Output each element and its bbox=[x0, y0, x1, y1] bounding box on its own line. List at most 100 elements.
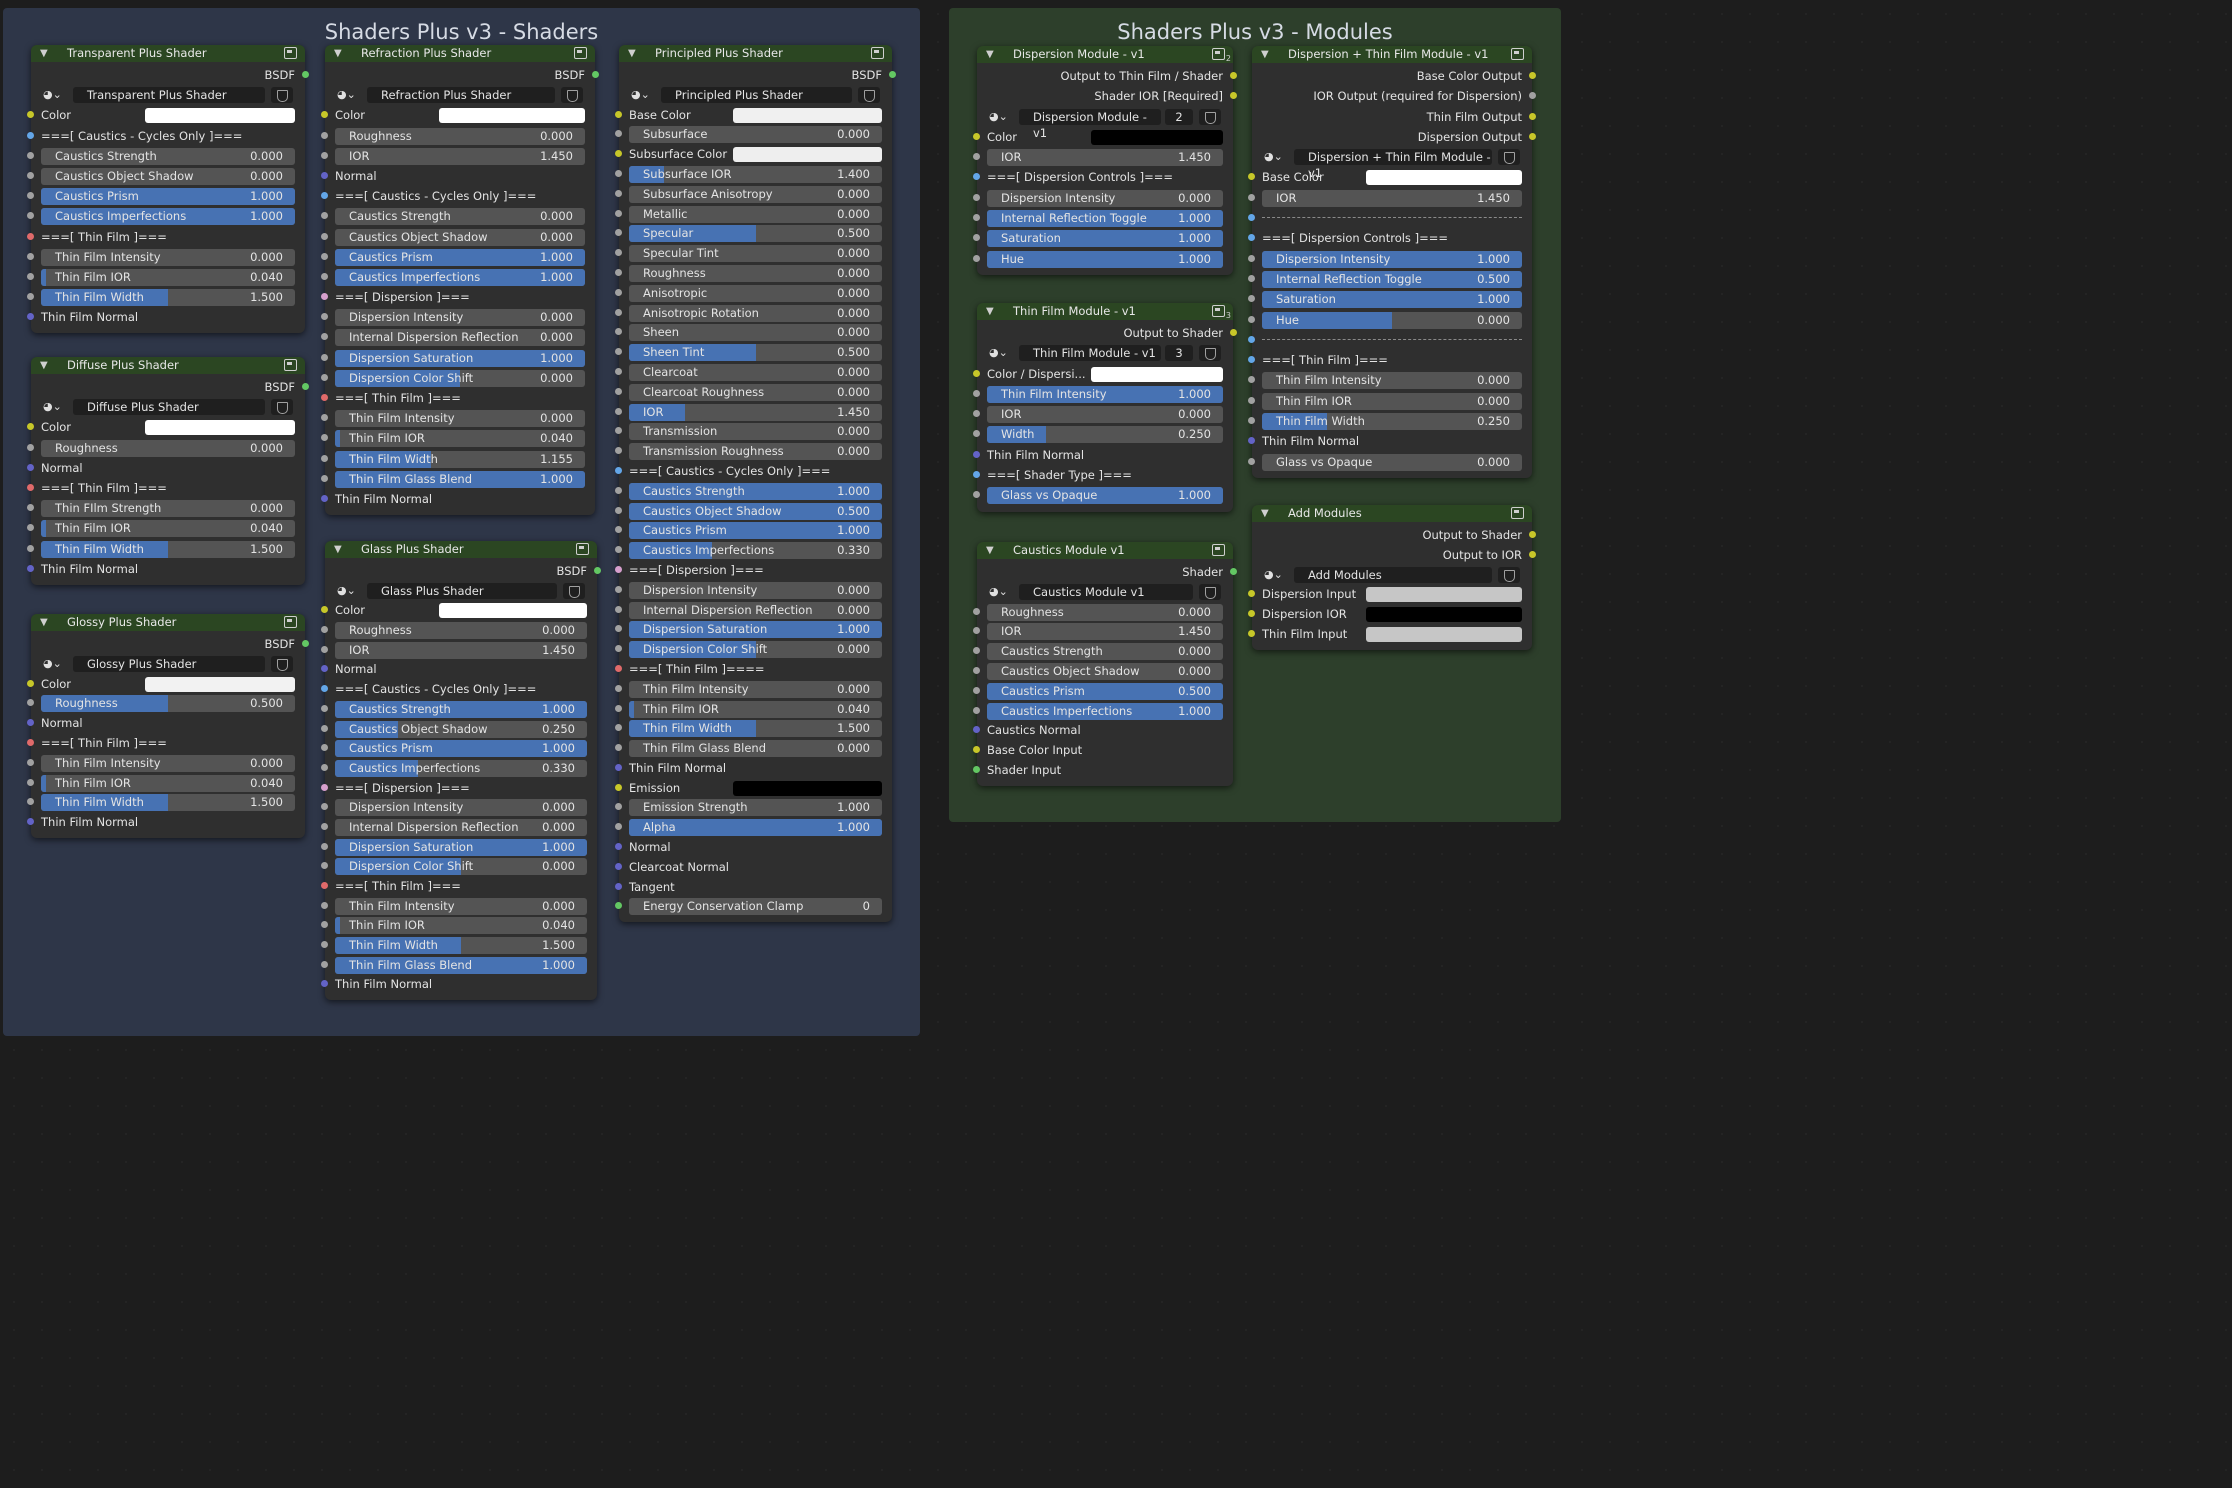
socket-dot[interactable] bbox=[27, 463, 34, 471]
socket-dot[interactable] bbox=[1248, 234, 1255, 242]
socket-dot[interactable] bbox=[1248, 254, 1255, 262]
socket-dot[interactable] bbox=[615, 843, 622, 851]
value-slider-thin-film-width[interactable]: Thin Film Width 1.500 bbox=[41, 794, 295, 812]
node-tree-icon[interactable]: ◕⌄ bbox=[337, 583, 363, 599]
socket-dot[interactable] bbox=[615, 704, 622, 712]
value-slider-hue[interactable]: Hue 0.000 bbox=[1262, 311, 1522, 329]
color-swatch-color[interactable] bbox=[1091, 129, 1223, 145]
socket-dot[interactable] bbox=[615, 268, 622, 276]
node-group-name-field[interactable]: Diffuse Plus Shader bbox=[73, 399, 265, 416]
socket-dot[interactable] bbox=[1248, 193, 1255, 201]
socket-dot[interactable] bbox=[321, 822, 328, 830]
socket-dot[interactable] bbox=[321, 373, 328, 381]
socket-dot[interactable] bbox=[321, 272, 328, 280]
color-swatch-color[interactable] bbox=[145, 108, 295, 124]
socket-dot[interactable] bbox=[615, 348, 622, 356]
node-group-icon[interactable] bbox=[1212, 305, 1225, 317]
socket-dot[interactable] bbox=[973, 706, 980, 714]
socket-dot[interactable] bbox=[321, 724, 328, 732]
socket-dot[interactable] bbox=[321, 862, 328, 870]
value-slider-caustics-prism[interactable]: Caustics Prism 1.000 bbox=[335, 740, 587, 758]
value-slider-dispersion-saturation[interactable]: Dispersion Saturation 1.000 bbox=[335, 349, 585, 367]
node-group-icon[interactable] bbox=[1511, 48, 1524, 60]
value-slider-thin-film-intensity[interactable]: Thin Film Intensity 0.000 bbox=[41, 248, 295, 266]
socket-dot[interactable] bbox=[27, 151, 34, 159]
socket-dot[interactable] bbox=[615, 308, 622, 316]
socket-dot[interactable] bbox=[321, 901, 328, 909]
socket-dot[interactable] bbox=[615, 645, 622, 653]
socket-dot[interactable] bbox=[615, 328, 622, 336]
socket-dot[interactable] bbox=[615, 387, 622, 395]
socket-dot[interactable] bbox=[1529, 531, 1536, 538]
value-slider-roughness[interactable]: Roughness 0.500 bbox=[41, 695, 295, 713]
chevron-down-icon[interactable]: ▼ bbox=[986, 46, 994, 63]
socket-dot[interactable] bbox=[1248, 629, 1255, 637]
value-slider-subsurface-anisotropy[interactable]: Subsurface Anisotropy 0.000 bbox=[629, 185, 882, 203]
value-slider-internal-dispersion-reflection[interactable]: Internal Dispersion Reflection 0.000 bbox=[629, 601, 882, 619]
node-group-icon[interactable] bbox=[871, 47, 884, 59]
socket-dot[interactable] bbox=[615, 684, 622, 692]
value-slider-caustics-prism[interactable]: Caustics Prism 0.500 bbox=[987, 682, 1223, 700]
color-swatch-base-color[interactable] bbox=[1366, 170, 1522, 186]
fake-user-shield-icon[interactable] bbox=[858, 86, 880, 103]
fake-user-shield-icon[interactable] bbox=[563, 582, 585, 599]
node-header[interactable]: ▼ Refraction Plus Shader bbox=[325, 45, 595, 62]
value-slider-caustics-imperfections[interactable]: Caustics Imperfections 1.000 bbox=[335, 268, 585, 286]
socket-dot[interactable] bbox=[321, 685, 328, 693]
socket-dot[interactable] bbox=[27, 232, 34, 240]
value-slider-thin-film-ior[interactable]: Thin Film IOR 0.040 bbox=[629, 700, 882, 718]
socket-dot[interactable] bbox=[321, 333, 328, 341]
node-group-selector[interactable]: ◕⌄ Transparent Plus Shader bbox=[41, 87, 295, 104]
socket-dot[interactable] bbox=[615, 447, 622, 455]
socket-dot[interactable] bbox=[615, 427, 622, 435]
socket-dot[interactable] bbox=[27, 272, 34, 280]
fake-user-shield-icon[interactable] bbox=[271, 655, 293, 672]
socket-dot[interactable] bbox=[321, 645, 328, 653]
fake-user-shield-icon[interactable] bbox=[1199, 583, 1221, 600]
socket-dot[interactable] bbox=[27, 111, 34, 119]
value-slider-thin-film-intensity[interactable]: Thin Film Intensity 0.000 bbox=[629, 680, 882, 698]
value-slider-roughness[interactable]: Roughness 0.000 bbox=[629, 264, 882, 282]
socket-dot[interactable] bbox=[27, 564, 34, 572]
socket-dot[interactable] bbox=[615, 882, 622, 890]
socket-dot[interactable] bbox=[321, 494, 328, 502]
value-slider-dispersion-intensity[interactable]: Dispersion Intensity 1.000 bbox=[1262, 250, 1522, 268]
value-slider-thin-film-ior[interactable]: Thin Film IOR 0.040 bbox=[41, 520, 295, 538]
socket-dot[interactable] bbox=[321, 353, 328, 361]
value-slider-caustics-strength[interactable]: Caustics Strength 1.000 bbox=[335, 700, 587, 718]
value-slider-anisotropic-rotation[interactable]: Anisotropic Rotation 0.000 bbox=[629, 304, 882, 322]
socket-dot[interactable] bbox=[615, 546, 622, 554]
node-header[interactable]: ▼ Principled Plus Shader bbox=[619, 45, 892, 62]
socket-dot[interactable] bbox=[1248, 335, 1255, 343]
socket-dot[interactable] bbox=[973, 450, 980, 458]
node-header[interactable]: ▼ Add Modules bbox=[1252, 505, 1532, 522]
user-count-field[interactable]: 3 bbox=[1165, 345, 1193, 362]
socket-dot[interactable] bbox=[973, 153, 980, 161]
socket-dot[interactable] bbox=[302, 640, 309, 647]
node-group-name-field[interactable]: Principled Plus Shader bbox=[661, 86, 852, 103]
chevron-down-icon[interactable]: ▼ bbox=[334, 541, 342, 558]
socket-dot[interactable] bbox=[1248, 590, 1255, 598]
value-slider-ior[interactable]: IOR 0.000 bbox=[987, 406, 1223, 424]
value-slider-metallic[interactable]: Metallic 0.000 bbox=[629, 205, 882, 223]
value-slider-thin-film-glass-blend[interactable]: Thin Film Glass Blend 1.000 bbox=[335, 956, 587, 974]
socket-dot[interactable] bbox=[615, 724, 622, 732]
socket-dot[interactable] bbox=[973, 132, 980, 140]
socket-dot[interactable] bbox=[973, 234, 980, 242]
value-slider-caustics-object-shadow[interactable]: Caustics Object Shadow 0.500 bbox=[629, 502, 882, 520]
value-slider-glass-vs-opaque[interactable]: Glass vs Opaque 1.000 bbox=[987, 487, 1223, 505]
socket-dot[interactable] bbox=[973, 254, 980, 262]
value-slider-caustics-prism[interactable]: Caustics Prism 1.000 bbox=[629, 522, 882, 540]
color-swatch-base-color[interactable] bbox=[733, 107, 882, 123]
chevron-down-icon[interactable]: ▼ bbox=[1261, 46, 1269, 63]
socket-dot[interactable] bbox=[615, 229, 622, 237]
socket-dot[interactable] bbox=[27, 313, 34, 321]
node-group-name-field[interactable]: Transparent Plus Shader bbox=[73, 87, 265, 104]
node-tree-icon[interactable]: ◕⌄ bbox=[43, 656, 69, 672]
socket-dot[interactable] bbox=[27, 171, 34, 179]
socket-dot[interactable] bbox=[615, 664, 622, 672]
value-slider-dispersion-intensity[interactable]: Dispersion Intensity 0.000 bbox=[335, 799, 587, 817]
value-slider-sheen-tint[interactable]: Sheen Tint 0.500 bbox=[629, 344, 882, 362]
socket-dot[interactable] bbox=[27, 524, 34, 532]
socket-dot[interactable] bbox=[321, 921, 328, 929]
